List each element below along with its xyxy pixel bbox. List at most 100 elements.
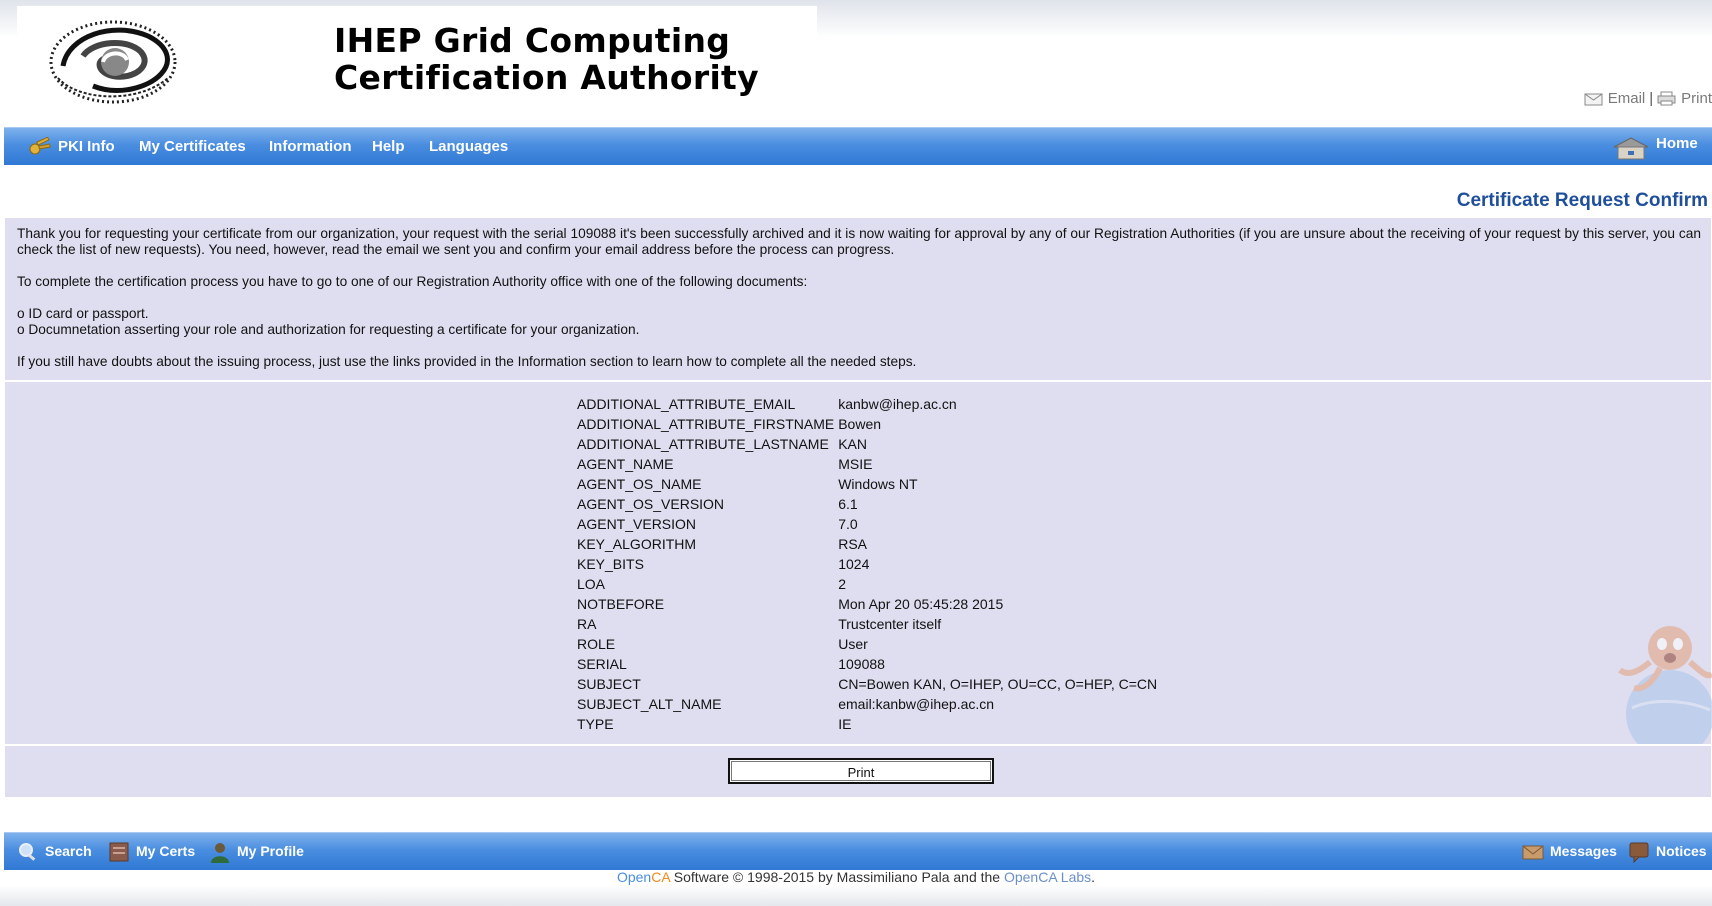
pki-key-icon [29,136,51,154]
footer-labs-link[interactable]: OpenCA Labs [1004,869,1091,885]
nav-home[interactable]: Home [1612,125,1698,162]
attribute-key: KEY_BITS [577,556,644,572]
attributes-panel: ADDITIONAL_ATTRIBUTE_EMAIL kanbw@ihep.ac.… [5,382,1711,744]
attributes-table: ADDITIONAL_ATTRIBUTE_EMAIL kanbw@ihep.ac.… [577,394,1161,734]
nav-languages[interactable]: Languages [429,128,508,165]
home-icon [1613,136,1649,159]
footer-period: . [1091,869,1096,885]
attribute-row: KEY_BITS 1024 [577,554,1161,574]
attribute-row: ADDITIONAL_ATTRIBUTE_EMAIL kanbw@ihep.ac.… [577,394,1161,414]
my-profile-icon [211,842,229,863]
nav-pki-info[interactable]: PKI Info [28,128,115,165]
attribute-value: User [838,636,868,652]
nav-pki-info-label: PKI Info [58,138,115,155]
header-banner: IHEP Grid Computing Certification Author… [17,6,817,124]
print-icon[interactable] [1657,91,1676,106]
attribute-row: SUBJECT_ALT_NAME email:kanbw@ihep.ac.cn [577,694,1161,714]
nav-help[interactable]: Help [372,128,405,165]
link-separator: | [1649,90,1654,107]
nav-information[interactable]: Information [269,128,352,165]
attribute-key: SUBJECT_ALT_NAME [577,696,722,712]
intro-text: Thank you for requesting your certificat… [17,226,1701,386]
attribute-key: TYPE [577,716,614,732]
attribute-value: Bowen [838,416,882,432]
attribute-value: 7.0 [838,516,858,532]
attribute-row: RA Trustcenter itself [577,614,1161,634]
octopus-mascot-icon [1618,626,1712,744]
attribute-key: AGENT_OS_NAME [577,476,702,492]
attribute-value: Windows NT [838,476,918,492]
attribute-key: AGENT_NAME [577,456,674,472]
print-link[interactable]: Print [1681,90,1712,107]
attribute-key: LOA [577,576,606,592]
nav-search-label: Search [45,843,92,859]
footer-text: Software © 1998-2015 by Massimiliano Pal… [669,869,1004,885]
intro-paragraph-2: To complete the certification process yo… [17,274,808,289]
attribute-key: ADDITIONAL_ATTRIBUTE_EMAIL [577,396,796,412]
nav-search[interactable]: Search [17,833,92,870]
nav-my-profile-label: My Profile [237,843,304,859]
attribute-row: SERIAL 109088 [577,654,1161,674]
bottom-shade [0,885,1712,906]
attribute-key: ADDITIONAL_ATTRIBUTE_FIRSTNAME [577,416,835,432]
attribute-row: LOA 2 [577,574,1161,594]
attribute-key: KEY_ALGORITHM [577,536,697,552]
attribute-row: AGENT_NAME MSIE [577,454,1161,474]
messages-icon [1522,845,1544,859]
attribute-value: IE [838,716,852,732]
attribute-row: AGENT_OS_NAME Windows NT [577,474,1161,494]
attribute-value: 1024 [838,556,870,572]
nav-notices[interactable]: Notices [1628,833,1707,870]
attribute-row: ADDITIONAL_ATTRIBUTE_LASTNAME KAN [577,434,1161,454]
attribute-row: ROLE User [577,634,1161,654]
attribute-key: ROLE [577,636,616,652]
attribute-row: KEY_ALGORITHM RSA [577,534,1161,554]
footer: OpenCA Software © 1998-2015 by Massimili… [0,869,1712,885]
bottom-nav-bar: Search My Certs My Profile Messages Noti… [4,832,1712,870]
attribute-value: Trustcenter itself [838,616,942,632]
doc-item-1: o ID card or passport. [17,306,149,321]
nav-messages[interactable]: Messages [1522,833,1617,870]
nav-notices-label: Notices [1656,843,1707,859]
attribute-value: 109088 [838,656,885,672]
site-title-line1: IHEP Grid Computing [334,21,731,60]
attribute-value: kanbw@ihep.ac.cn [838,396,957,412]
print-button[interactable]: Print [728,758,994,784]
search-icon [19,842,36,861]
attribute-key: ADDITIONAL_ATTRIBUTE_LASTNAME [577,436,829,452]
attribute-value: email:kanbw@ihep.ac.cn [838,696,995,712]
notices-icon [1629,842,1649,863]
top-links: Email | Print [1584,90,1712,107]
nav-home-label: Home [1656,135,1698,152]
attribute-value: KAN [838,436,868,452]
nav-my-certs-label: My Certs [136,843,196,859]
attribute-key: RA [577,616,597,632]
nav-my-certificates[interactable]: My Certificates [139,128,246,165]
intro-paragraph-3: If you still have doubts about the issui… [17,354,917,369]
email-icon[interactable] [1584,91,1603,106]
attribute-key: AGENT_VERSION [577,516,697,532]
attribute-row: SUBJECT CN=Bowen KAN, O=IHEP, OU=CC, O=HE… [577,674,1161,694]
attribute-row: AGENT_VERSION 7.0 [577,514,1161,534]
nav-my-profile[interactable]: My Profile [209,833,304,870]
my-certs-icon [109,842,129,861]
attribute-row: ADDITIONAL_ATTRIBUTE_FIRSTNAME Bowen [577,414,1161,434]
attribute-value: RSA [838,536,868,552]
attribute-value: MSIE [838,456,873,472]
attribute-value: 6.1 [838,496,858,512]
footer-open[interactable]: Open [617,869,651,885]
attribute-value: 2 [838,576,847,592]
site-title-line2: Certification Authority [334,58,759,97]
site-title: IHEP Grid Computing Certification Author… [334,22,759,96]
attribute-row: AGENT_OS_VERSION 6.1 [577,494,1161,514]
nav-my-certs[interactable]: My Certs [108,833,195,870]
footer-ca[interactable]: CA [651,869,670,885]
attribute-key: NOTBEFORE [577,596,665,612]
email-link[interactable]: Email [1608,90,1646,107]
attribute-value: CN=Bowen KAN, O=IHEP, OU=CC, O=HEP, C=CN [838,676,1158,692]
intro-panel: Thank you for requesting your certificat… [5,218,1711,380]
intro-paragraph-1: Thank you for requesting your certificat… [17,226,1701,257]
attribute-row: TYPE IE [577,714,1161,734]
logo-swirl-icon [49,20,177,104]
nav-messages-label: Messages [1550,843,1617,859]
